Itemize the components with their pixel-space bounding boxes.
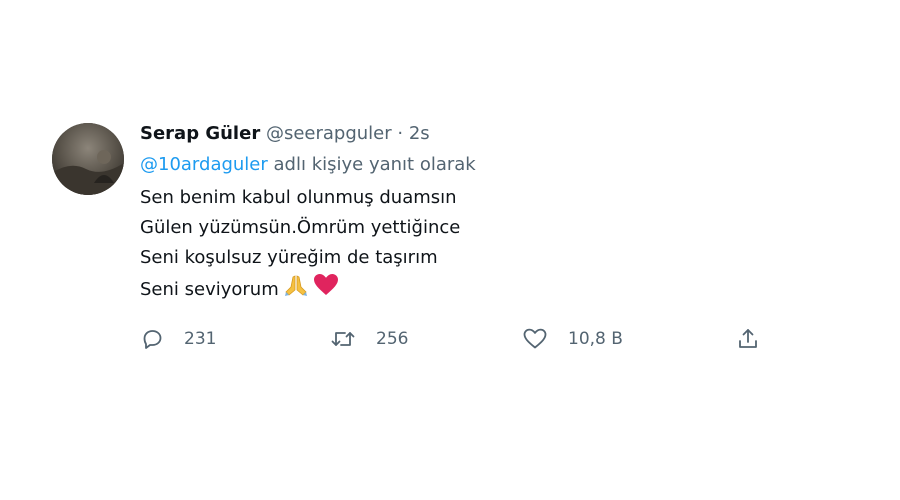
separator-dot: · — [397, 123, 404, 144]
share-icon — [736, 327, 760, 351]
reply-count: 231 — [184, 329, 217, 349]
reply-context: @10ardaguler adlı kişiye yanıt olarak — [140, 151, 830, 179]
reply-icon — [140, 327, 164, 351]
tweet-header: Serap Güler @seerapguler · 2s — [140, 120, 830, 148]
share-button[interactable] — [736, 324, 760, 354]
tweet-actions: 231 256 10,8 B — [140, 324, 780, 354]
tweet-text-line: Gülen yüzümsün.Ömrüm yettiğince — [140, 217, 461, 238]
tweet-content: Serap Güler @seerapguler · 2s @10ardagul… — [140, 120, 830, 303]
heart-icon — [522, 327, 548, 351]
tweet-text-line: Seni koşulsuz yüreğim de taşırım — [140, 247, 438, 268]
like-count: 10,8 B — [568, 329, 623, 349]
like-button[interactable]: 10,8 B — [522, 324, 623, 354]
reply-mention-link[interactable]: @10ardaguler — [140, 154, 268, 175]
retweet-count: 256 — [376, 329, 409, 349]
tweet-text-line: Sen benim kabul olunmuş duamsın — [140, 187, 457, 208]
user-handle[interactable]: @seerapguler — [266, 123, 392, 144]
reply-button[interactable]: 231 — [140, 324, 216, 354]
praying-hands-emoji — [283, 273, 309, 307]
red-heart-emoji — [313, 273, 339, 307]
reply-suffix: adlı kişiye yanıt olarak — [273, 154, 476, 175]
tweet-text-line-text: Seni seviyorum — [140, 279, 279, 300]
tweet-text: Sen benim kabul olunmuş duamsın Gülen yü… — [140, 183, 830, 303]
tweet[interactable]: Serap Güler @seerapguler · 2s @10ardagul… — [52, 120, 832, 360]
avatar[interactable] — [52, 123, 124, 195]
retweet-icon — [330, 327, 356, 351]
display-name[interactable]: Serap Güler — [140, 123, 260, 144]
retweet-button[interactable]: 256 — [330, 324, 408, 354]
tweet-text-line-last: Seni seviyorum — [140, 273, 830, 303]
timestamp[interactable]: 2s — [409, 123, 430, 144]
